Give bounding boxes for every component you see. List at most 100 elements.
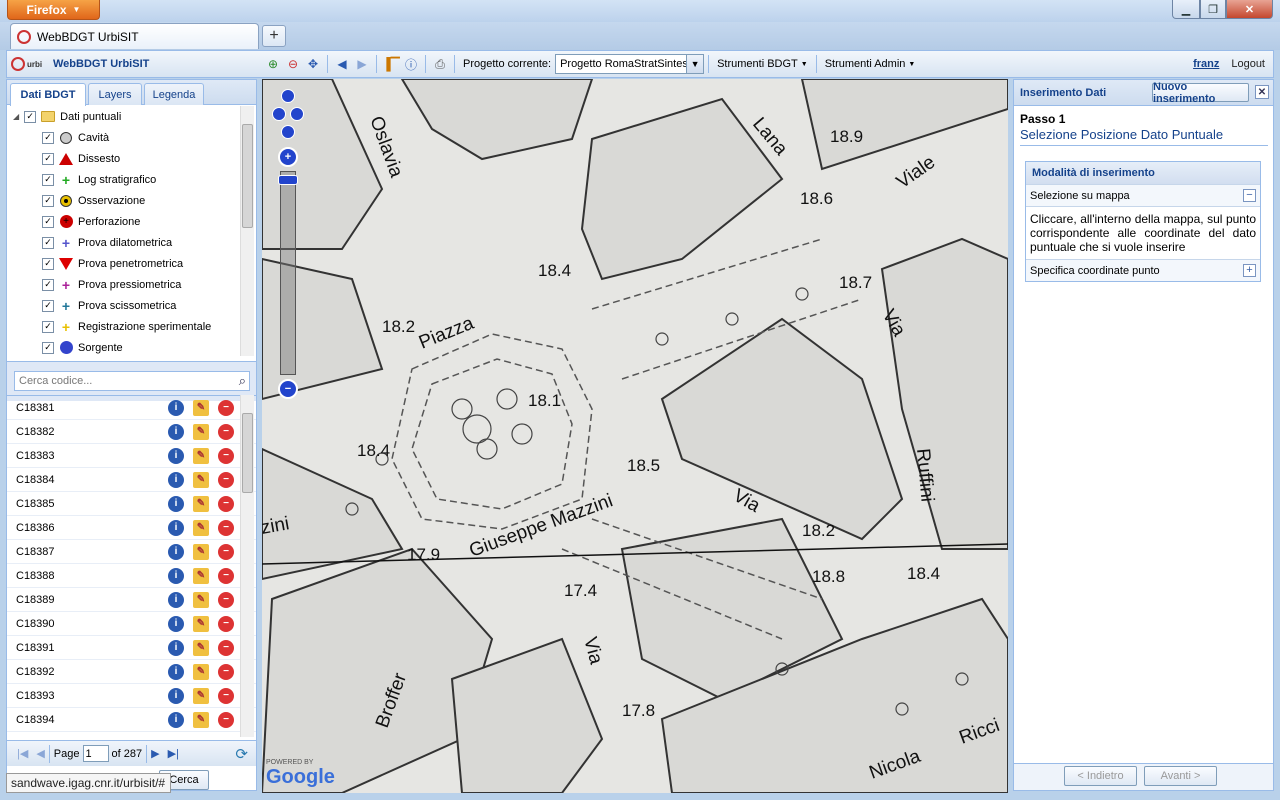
info-icon[interactable]: i [168, 399, 184, 416]
tree-item-checkbox[interactable]: ✓ [42, 131, 54, 144]
edit-icon[interactable]: ✎ [193, 687, 209, 704]
menu-strumenti-bdgt[interactable]: Strumenti BDGT ▼ [717, 58, 808, 70]
edit-icon[interactable]: ✎ [193, 423, 209, 440]
zoom-handle[interactable] [278, 175, 298, 185]
pan-tool-icon[interactable]: ✥ [303, 54, 323, 74]
code-row[interactable]: C18383 i ✎ − [7, 444, 256, 468]
tree-item-checkbox[interactable]: ✓ [42, 320, 54, 333]
edit-icon[interactable]: ✎ [193, 471, 209, 488]
info-icon[interactable]: i [168, 615, 184, 632]
tree-scrollbar[interactable] [240, 106, 254, 356]
collapse-icon[interactable]: − [1243, 189, 1256, 202]
tree-item-checkbox[interactable]: ✓ [42, 194, 54, 207]
code-row[interactable]: C18382 i ✎ − [7, 420, 256, 444]
code-row[interactable]: C18392 i ✎ − [7, 660, 256, 684]
tree-item[interactable]: ✓ + Prova pressiometrica [42, 274, 181, 295]
pan-left-icon[interactable] [272, 107, 286, 121]
code-row[interactable]: C18386 i ✎ − [7, 516, 256, 540]
browser-tab[interactable]: WebBDGT UrbiSIT [10, 23, 259, 49]
info-icon[interactable]: i [168, 519, 184, 536]
info-icon[interactable]: i [168, 663, 184, 680]
expand-icon[interactable]: + [1243, 264, 1256, 277]
tree-item[interactable]: ✓ + Prova dilatometrica [42, 232, 172, 253]
delete-icon[interactable]: − [218, 543, 234, 560]
search-icon[interactable]: ⌕ [239, 373, 246, 389]
zoom-out-icon[interactable]: − [278, 379, 298, 399]
delete-icon[interactable]: − [218, 567, 234, 584]
first-page-icon[interactable]: |◀ [17, 747, 28, 760]
zoom-in-icon[interactable]: + [278, 147, 298, 167]
logout-link[interactable]: Logout [1231, 58, 1265, 70]
tree-item[interactable]: ✓ Cavità [42, 127, 109, 148]
pan-up-icon[interactable] [281, 89, 295, 103]
info-icon[interactable]: i [168, 447, 184, 464]
tree-item[interactable]: ✓ Sorgente [42, 337, 123, 356]
map-canvas[interactable]: 18.9 18.6 18.7 18.4 18.2 18.1 18.4 18.5 … [262, 79, 1008, 793]
new-tab-button[interactable]: + [262, 25, 286, 47]
delete-icon[interactable]: − [218, 447, 234, 464]
tree-item-checkbox[interactable]: ✓ [42, 152, 54, 165]
tree-item-checkbox[interactable]: ✓ [42, 236, 54, 249]
firefox-menu-button[interactable]: Firefox ▼ [7, 0, 100, 20]
code-row[interactable]: C18387 i ✎ − [7, 540, 256, 564]
info-icon[interactable]: i [168, 639, 184, 656]
tree-item-checkbox[interactable]: ✓ [42, 215, 54, 228]
delete-icon[interactable]: − [218, 615, 234, 632]
edit-icon[interactable]: ✎ [193, 615, 209, 632]
refresh-icon[interactable]: ⟳ [235, 745, 248, 763]
delete-icon[interactable]: − [218, 471, 234, 488]
tab-legenda[interactable]: Legenda [144, 83, 204, 105]
close-window-button[interactable]: ✕ [1226, 0, 1273, 19]
code-row[interactable]: C18388 i ✎ − [7, 564, 256, 588]
tab-dati-bdgt[interactable]: Dati BDGT [10, 83, 86, 106]
code-row[interactable]: C18384 i ✎ − [7, 468, 256, 492]
history-back-icon[interactable]: ◀ [332, 54, 352, 74]
edit-icon[interactable]: ✎ [193, 591, 209, 608]
info-icon[interactable]: i [168, 711, 184, 728]
zoom-out-tool-icon[interactable]: ⊖ [283, 54, 303, 74]
user-link[interactable]: franz [1193, 58, 1219, 70]
minimize-button[interactable]: ▁ [1172, 0, 1200, 19]
collapse-arrow-icon[interactable]: ◢ [13, 112, 19, 121]
info-tool-icon[interactable]: ⓘ [401, 54, 421, 74]
page-input[interactable]: 1 [82, 745, 109, 762]
code-row[interactable]: C18389 i ✎ − [7, 588, 256, 612]
tree-item[interactable]: ✓ Dissesto [42, 148, 120, 169]
option-specifica-coordinate[interactable]: Specifica coordinate punto + [1026, 259, 1260, 281]
tree-item-checkbox[interactable]: ✓ [42, 173, 54, 186]
nuovo-inserimento-button[interactable]: Nuovo inserimento [1152, 81, 1249, 105]
zoom-in-tool-icon[interactable]: ⊕ [263, 54, 283, 74]
tab-layers[interactable]: Layers [88, 83, 142, 105]
map-view[interactable]: 18.9 18.6 18.7 18.4 18.2 18.1 18.4 18.5 … [262, 79, 1008, 793]
delete-icon[interactable]: − [218, 399, 234, 416]
delete-icon[interactable]: − [218, 639, 234, 656]
measure-tool-icon[interactable]: ▐▔ [381, 54, 401, 74]
code-row[interactable]: C18393 i ✎ − [7, 684, 256, 708]
edit-icon[interactable]: ✎ [193, 495, 209, 512]
zoom-slider[interactable]: + − [278, 147, 298, 399]
tree-item-checkbox[interactable]: ✓ [42, 299, 54, 312]
info-icon[interactable]: i [168, 591, 184, 608]
option-selezione-mappa[interactable]: Selezione su mappa − [1026, 184, 1260, 206]
menu-strumenti-admin[interactable]: Strumenti Admin ▼ [825, 58, 916, 70]
indietro-button[interactable]: < Indietro [1064, 766, 1137, 786]
print-icon[interactable]: ⎙ [430, 54, 450, 74]
next-page-icon[interactable]: ▶ [151, 747, 159, 760]
tree-root-checkbox[interactable]: ✓ [24, 110, 37, 123]
delete-icon[interactable]: − [218, 711, 234, 728]
tree-item-checkbox[interactable]: ✓ [42, 278, 54, 291]
code-row[interactable]: C18394 i ✎ − [7, 708, 256, 732]
edit-icon[interactable]: ✎ [193, 567, 209, 584]
delete-icon[interactable]: − [218, 687, 234, 704]
history-forward-icon[interactable]: ▶ [352, 54, 372, 74]
code-row[interactable]: C18390 i ✎ − [7, 612, 256, 636]
tree-item[interactable]: ✓ + Registrazione sperimentale [42, 316, 211, 337]
info-icon[interactable]: i [168, 471, 184, 488]
info-icon[interactable]: i [168, 567, 184, 584]
codes-scroll-thumb[interactable] [242, 413, 253, 493]
info-icon[interactable]: i [168, 543, 184, 560]
tree-item[interactable]: ✓ + Prova scissometrica [42, 295, 176, 316]
info-icon[interactable]: i [168, 495, 184, 512]
delete-icon[interactable]: − [218, 495, 234, 512]
zoom-track[interactable] [280, 171, 296, 375]
